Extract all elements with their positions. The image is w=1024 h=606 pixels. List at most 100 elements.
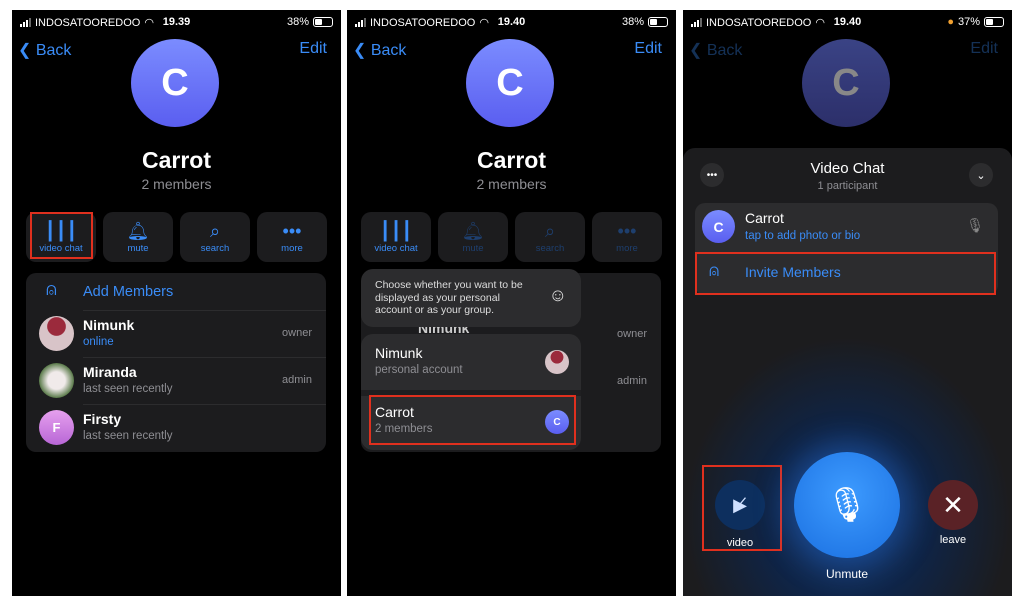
screen-join-as: INDOSATOOREDOO ◠ 19.40 38% ❮ Back Edit C … (347, 10, 676, 596)
highlight-box (695, 252, 996, 295)
participant-count: 1 participant (817, 180, 878, 192)
option-sub: personal account (375, 364, 463, 376)
member-avatar (39, 316, 74, 351)
leave-button[interactable]: ✕ (928, 480, 978, 530)
search-label: search (200, 243, 230, 254)
close-icon: ✕ (942, 489, 964, 520)
member-row[interactable]: F Firsty last seen recently (26, 404, 326, 451)
more-icon: ••• (617, 221, 637, 241)
member-count: 2 members (476, 176, 547, 192)
status-bar: INDOSATOOREDOO ◠ 19.40 ● 37% (683, 14, 1012, 30)
option-personal-account[interactable]: Nimunk personal account (361, 334, 581, 390)
back-label: Back (35, 42, 72, 59)
participant-bio-prompt[interactable]: tap to add photo or bio (745, 230, 860, 242)
member-status: online (83, 336, 114, 348)
more-icon: ••• (282, 221, 302, 241)
chevron-left-icon: ❮ (689, 42, 703, 59)
mute-button: 🔔︎ mute (438, 212, 508, 262)
mute-button[interactable]: 🔔︎ mute (103, 212, 173, 262)
back-button[interactable]: ❮ Back (353, 40, 406, 60)
battery-icon (648, 17, 668, 27)
bell-icon: 🔔︎ (126, 221, 150, 241)
group-avatar: C (466, 39, 554, 127)
add-members-row[interactable]: ⍝ Add Members (26, 273, 326, 310)
mic-muted-icon: 🎙︎ (966, 217, 984, 233)
search-icon: ⌕ (209, 221, 221, 241)
participant-name: Carrot (745, 210, 784, 226)
status-bar: INDOSATOOREDOO ◠ 19.40 38% (347, 14, 676, 30)
battery-percent: 37% (957, 16, 980, 28)
back-label: Back (706, 42, 743, 59)
add-user-icon: ⍝ (46, 279, 57, 299)
back-button[interactable]: ❮ Back (18, 40, 71, 60)
member-avatar: F (39, 410, 74, 445)
member-avatar (39, 363, 74, 398)
member-role: admin (617, 375, 647, 387)
orange-dot-icon: ● (947, 16, 954, 28)
screen-group-info: INDOSATOOREDOO ◠ 19.39 38% ❮ Back Edit C … (12, 10, 341, 596)
highlight-box (369, 395, 576, 445)
mic-off-icon: 🎙︎ (825, 486, 869, 524)
battery-percent: 38% (286, 16, 309, 28)
group-name: Carrot (476, 147, 546, 173)
video-chat-label: video chat (374, 243, 418, 254)
screen-video-chat: INDOSATOOREDOO ◠ 19.40 ● 37% ❮ Back Edit C… (683, 10, 1012, 596)
mute-label: mute (127, 243, 149, 254)
search-button: ⌕ search (515, 212, 585, 262)
leave-label: leave (939, 534, 967, 546)
hint-text: Choose whether you want to be displayed … (375, 279, 523, 316)
masks-icon: ☺ (548, 285, 567, 305)
highlight-box (702, 465, 782, 551)
group-name: Carrot (141, 147, 211, 173)
edit-button[interactable]: Edit (299, 40, 327, 58)
collapse-button[interactable]: ⌄ (969, 163, 993, 187)
video-chat-panel: ••• Video Chat 1 participant ⌄ C Carrot … (683, 148, 1012, 596)
member-count: 2 members (141, 176, 212, 192)
more-button: ••• more (592, 212, 662, 262)
member-name: Nimunk (83, 317, 135, 333)
member-row[interactable]: Nimunk online owner (26, 310, 326, 357)
option-avatar (545, 350, 569, 374)
back-label: Back (370, 42, 407, 59)
member-role: admin (282, 374, 312, 386)
bell-icon: 🔔︎ (461, 221, 485, 241)
members-list: ⍝ Add Members Nimunk online owner Mirand… (26, 273, 326, 452)
status-bar: INDOSATOOREDOO ◠ 19.39 38% (12, 14, 341, 30)
member-name: Miranda (83, 364, 137, 380)
chevron-down-icon: ⌄ (976, 169, 986, 182)
option-name: Nimunk (375, 345, 423, 361)
unmute-label: Unmute (825, 567, 869, 581)
waveform-icon: ┃┃┃ (379, 221, 413, 241)
member-role: owner (617, 328, 647, 340)
more-button[interactable]: ••• more (257, 212, 327, 262)
battery-percent: 38% (621, 16, 644, 28)
video-chat-button[interactable]: ┃┃┃ video chat (361, 212, 431, 262)
chevron-left-icon: ❮ (353, 42, 367, 59)
group-avatar[interactable]: C (131, 39, 219, 127)
group-avatar: C (802, 39, 890, 127)
member-status: last seen recently (83, 383, 173, 395)
more-label: more (281, 243, 303, 254)
add-members-label: Add Members (83, 284, 174, 300)
video-chat-title: Video Chat (810, 160, 885, 177)
member-status: last seen recently (83, 430, 173, 442)
edit-button[interactable]: Edit (634, 40, 662, 58)
battery-icon (313, 17, 333, 27)
participant-avatar: C (702, 210, 735, 243)
more-label: more (616, 243, 638, 254)
search-label: search (535, 243, 565, 254)
mute-label: mute (462, 243, 484, 254)
edit-button: Edit (970, 40, 998, 57)
participant-row[interactable]: C Carrot tap to add photo or bio 🎙︎ (695, 203, 998, 249)
search-button[interactable]: ⌕ search (180, 212, 250, 262)
highlight-box (30, 212, 93, 259)
member-name: Firsty (83, 411, 122, 427)
battery-icon (984, 17, 1004, 27)
join-as-hint: Choose whether you want to be displayed … (361, 269, 581, 327)
member-role: owner (282, 327, 312, 339)
member-row[interactable]: Miranda last seen recently admin (26, 357, 326, 404)
search-icon: ⌕ (544, 221, 556, 241)
chevron-left-icon: ❮ (18, 42, 32, 59)
unmute-button[interactable]: 🎙︎ (794, 452, 900, 558)
back-button: ❮ Back (689, 40, 742, 60)
